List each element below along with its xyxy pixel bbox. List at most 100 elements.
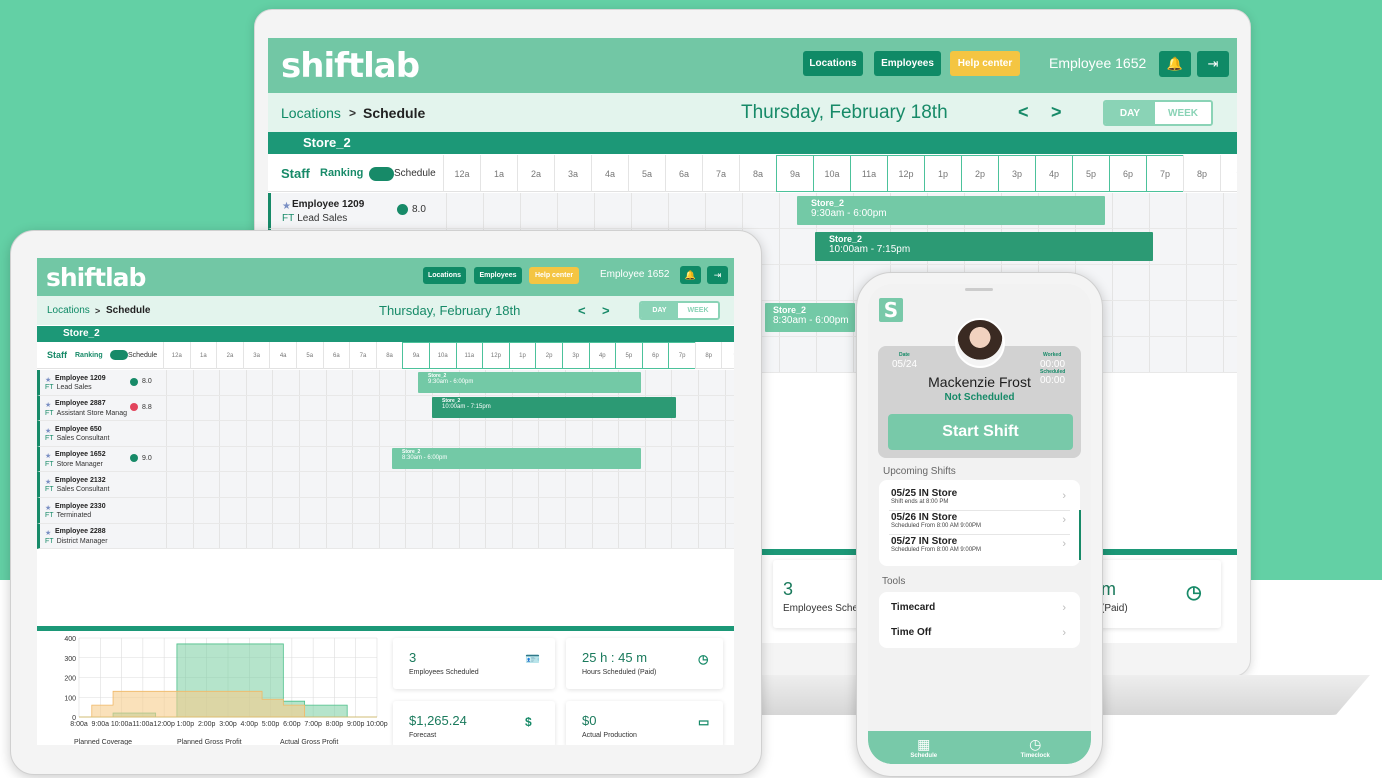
employee-name[interactable]: Employee 650 — [55, 426, 102, 433]
grid-line — [779, 229, 780, 264]
table-row[interactable]: ★ Employee 2330 FT Terminated — [37, 498, 734, 524]
grid-line — [166, 446, 167, 472]
grid-line — [352, 395, 354, 421]
shift-block[interactable]: Store_2 9:30am - 6:00pm — [418, 372, 641, 393]
day-tab[interactable]: DAY — [1105, 102, 1155, 124]
next-day-button[interactable]: > — [602, 303, 610, 318]
scroll-indicator[interactable] — [1079, 510, 1081, 560]
ranking-toggle[interactable] — [110, 350, 128, 360]
employee-name[interactable]: Employee 2330 — [55, 503, 106, 510]
grid-line — [432, 472, 433, 497]
tab-timeclock[interactable]: ◷ Timeclock — [980, 731, 1092, 764]
grid-line — [485, 523, 487, 549]
upcoming-shift-item[interactable]: 05/26 IN Store Scheduled From 8:00 AM 9:0… — [891, 512, 981, 529]
star-icon[interactable]: ★ — [45, 478, 51, 486]
help-center-button[interactable]: Help center — [529, 267, 579, 284]
grid-line — [192, 472, 194, 497]
stat-label: Actual Production — [582, 732, 637, 739]
start-shift-button[interactable]: Start Shift — [888, 414, 1073, 450]
employee-name[interactable]: Employee 2887 — [55, 400, 106, 407]
bell-icon[interactable]: 🔔 — [680, 266, 701, 284]
grid-line — [538, 498, 540, 523]
tool-timecard[interactable]: Timecard — [891, 602, 935, 613]
coverage-chart: 40030020010008:00a 9:00a 10:00a 11:00a 12:00… — [64, 636, 387, 745]
breadcrumb-locations[interactable]: Locations — [47, 305, 90, 316]
table-row[interactable]: ★ Employee 2288 FT District Manager — [37, 523, 734, 550]
tool-time-off[interactable]: Time Off — [891, 627, 931, 638]
grid-line — [816, 337, 817, 372]
grid-line — [1149, 265, 1150, 300]
star-icon[interactable]: ★ — [45, 452, 51, 460]
prev-day-button[interactable]: < — [578, 303, 586, 318]
ranking-label: Ranking — [320, 167, 364, 179]
week-tab[interactable]: WEEK — [1155, 102, 1211, 124]
ranking-toggle[interactable] — [369, 167, 394, 181]
user-name[interactable]: Employee 1652 — [1049, 55, 1146, 71]
upcoming-shift-item[interactable]: 05/25 IN Store Shift ends at 8:00 PM — [891, 488, 957, 505]
star-icon[interactable]: ★ — [45, 504, 51, 512]
grid-line — [352, 421, 354, 446]
breadcrumb-locations[interactable]: Locations — [281, 105, 341, 121]
employee-role: FT Terminated — [45, 512, 91, 519]
shift-block[interactable]: Store_2 8:30am - 6:00pm — [765, 303, 855, 332]
staff-label: Staff — [47, 350, 67, 360]
star-icon[interactable]: ★ — [45, 401, 51, 409]
user-name[interactable]: Employee 1652 — [600, 269, 670, 280]
hour-column: 3p — [998, 155, 1035, 192]
shift-block[interactable]: Store_2 9:30am - 6:00pm — [797, 196, 1105, 225]
grid-line — [219, 472, 221, 497]
day-week-toggle: DAY WEEK — [1103, 100, 1213, 126]
grid-line — [705, 193, 706, 228]
employees-button[interactable]: Employees — [474, 267, 522, 284]
locations-button[interactable]: Locations — [803, 51, 863, 76]
hour-column: 3a — [242, 342, 270, 369]
week-tab[interactable]: WEEK — [678, 303, 718, 318]
prev-day-button[interactable]: < — [1018, 102, 1029, 123]
stat-card: 3 Employees Scheduled 🪪 — [393, 638, 555, 689]
logout-icon[interactable]: ⇥ — [1197, 51, 1229, 77]
star-icon[interactable]: ★ — [282, 201, 291, 212]
employee-name[interactable]: Employee 2132 — [55, 477, 106, 484]
shift-block[interactable]: Store_2 10:00am - 7:15pm — [432, 397, 676, 418]
hour-column: 12p — [887, 155, 924, 192]
employee-name[interactable]: Employee 2288 — [55, 528, 106, 535]
x-tick-label: 12:00p — [153, 721, 175, 728]
star-icon[interactable]: ★ — [45, 529, 51, 537]
shift-time: 9:30am - 6:00pm — [428, 379, 474, 385]
employees-button[interactable]: Employees — [874, 51, 941, 76]
hour-column: 3a — [554, 155, 591, 192]
grid-line — [724, 395, 726, 421]
role-text: Lead Sales — [297, 212, 348, 224]
x-tick-label: 3:00p — [219, 721, 237, 728]
help-center-button[interactable]: Help center — [950, 51, 1020, 76]
grid-line — [1223, 265, 1224, 300]
star-icon[interactable]: ★ — [45, 427, 51, 435]
shift-block[interactable]: Store_2 10:00am - 7:15pm — [815, 232, 1153, 261]
grid-line — [219, 498, 221, 523]
hour-column: 2p — [961, 155, 998, 192]
upcoming-shift-item[interactable]: 05/27 IN Store Scheduled From 8:00 AM 9:0… — [891, 536, 981, 553]
grid-line — [405, 498, 407, 523]
locations-button[interactable]: Locations — [423, 267, 466, 284]
logout-icon[interactable]: ⇥ — [707, 266, 728, 284]
stat-label: Hours Scheduled (Paid) — [582, 669, 657, 676]
stat-card-hours: m (Paid) ◷ — [1091, 560, 1221, 628]
grid-line — [618, 472, 620, 497]
grid-line — [698, 472, 699, 497]
bell-icon[interactable]: 🔔 — [1159, 51, 1191, 77]
employee-name[interactable]: Employee 1209 — [292, 199, 364, 210]
tab-schedule[interactable]: ▦ Schedule — [868, 731, 980, 764]
hour-column: 12a — [163, 342, 190, 369]
day-tab[interactable]: DAY — [641, 303, 678, 318]
subheader: Locations > Schedule Thursday, February … — [37, 296, 734, 325]
table-row[interactable]: ★Employee 650FTSales Consultant — [37, 421, 734, 447]
star-icon[interactable]: ★ — [45, 376, 51, 384]
shift-block[interactable]: Store_2 8:30am - 6:00pm — [392, 448, 641, 469]
grid-line — [511, 472, 513, 497]
next-day-button[interactable]: > — [1051, 102, 1062, 123]
grid-line — [299, 395, 300, 421]
employee-name[interactable]: Employee 1209 — [55, 375, 106, 382]
money-hand-icon: $ — [525, 715, 532, 729]
employee-name[interactable]: Employee 1652 — [55, 451, 106, 458]
table-row[interactable]: ★Employee 2132FTSales Consultant — [37, 472, 734, 498]
